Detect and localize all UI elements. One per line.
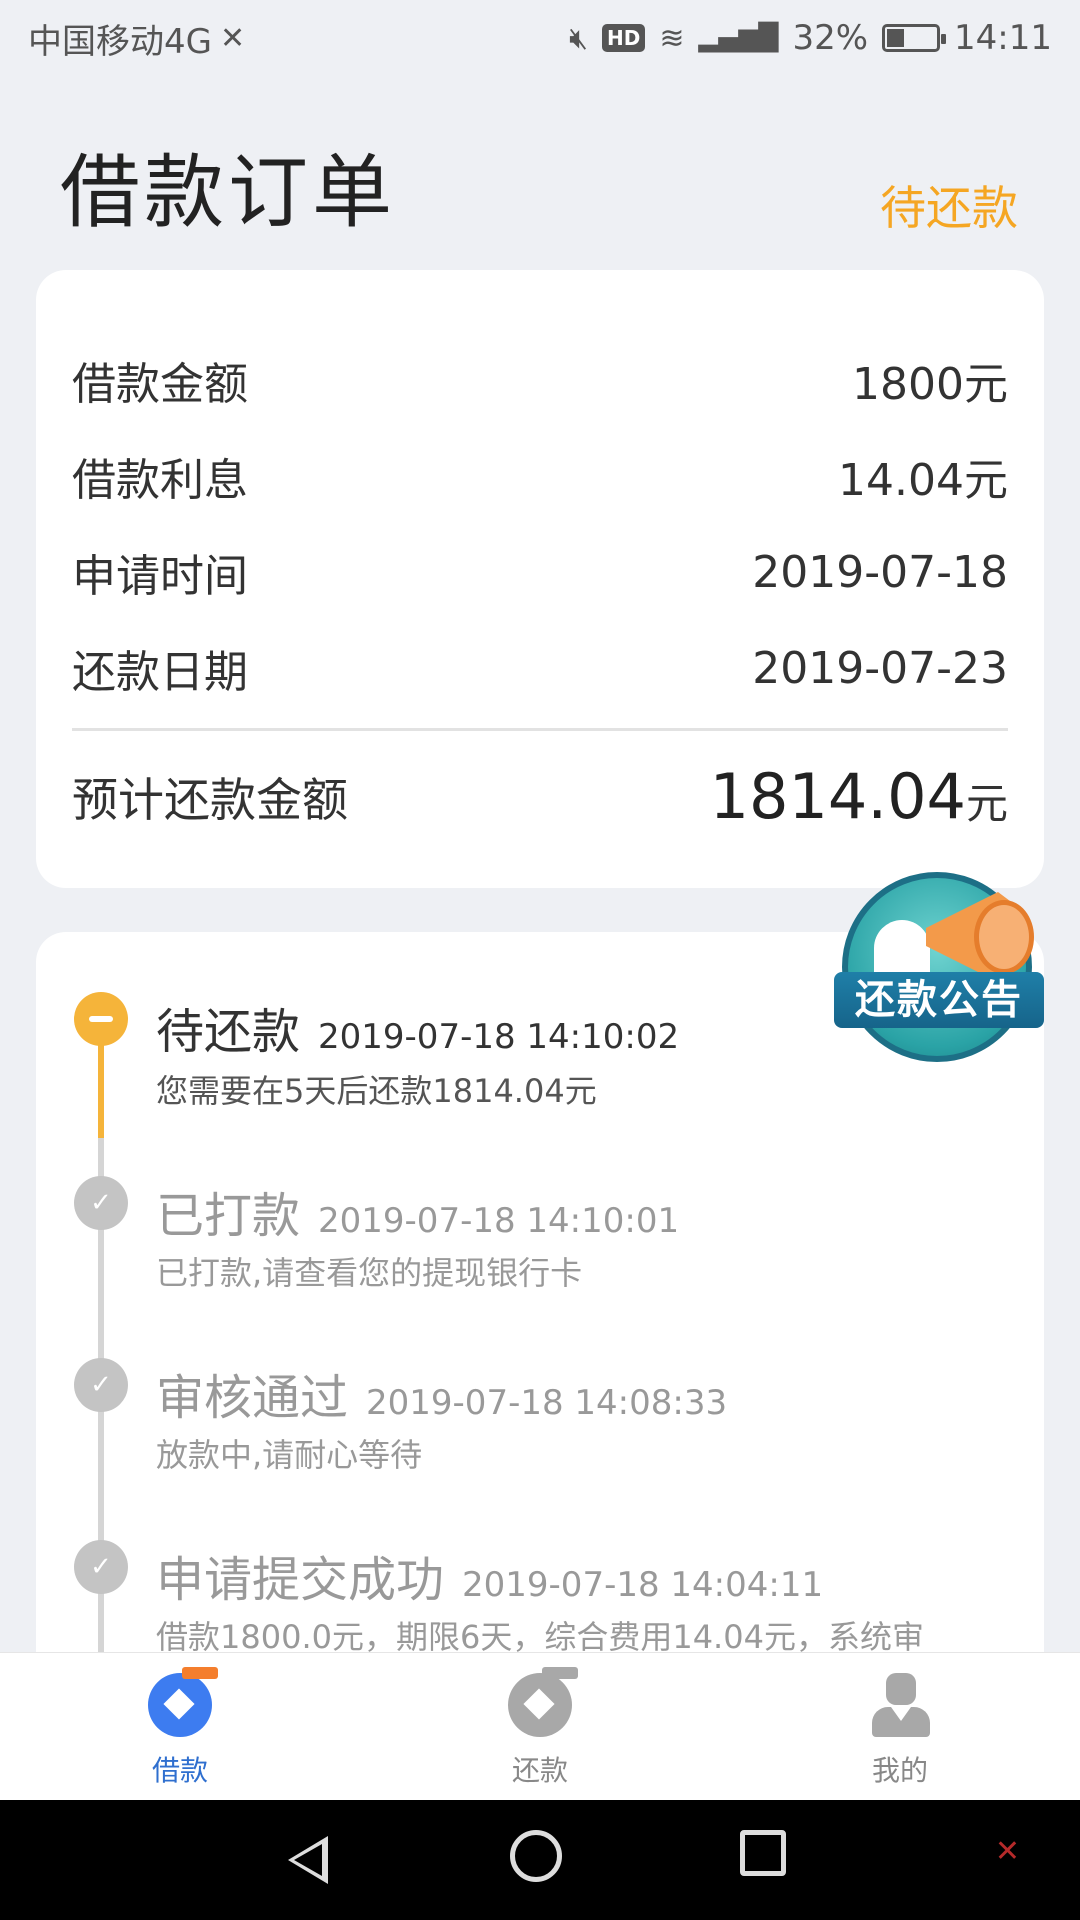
total-amount: 1814.04元 bbox=[710, 760, 1008, 833]
loan-summary-card: 借款金额 1800元 借款利息 14.04元 申请时间 2019-07-18 还… bbox=[36, 270, 1044, 888]
total-label: 预计还款金额 bbox=[72, 772, 348, 827]
order-status-badge: 待还款 bbox=[880, 181, 1018, 235]
hd-icon: HD bbox=[601, 24, 646, 52]
check-icon: ✓ bbox=[74, 1540, 128, 1594]
total-value: 1814.04 bbox=[709, 760, 966, 833]
timeline-time: 2019-07-18 14:10:02 bbox=[318, 1017, 680, 1057]
no-sim-icon: ✕ bbox=[219, 20, 246, 56]
summary-label: 申请时间 bbox=[72, 551, 248, 602]
summary-label: 还款日期 bbox=[72, 647, 248, 698]
summary-value: 1800元 bbox=[852, 359, 1008, 410]
check-icon: ✓ bbox=[74, 1176, 128, 1230]
mute-icon: 🔇︎ bbox=[569, 20, 588, 56]
summary-divider bbox=[72, 728, 1008, 731]
clock: 14:11 bbox=[954, 18, 1052, 58]
recents-icon bbox=[740, 1830, 786, 1876]
timeline-desc: 您需要在5天后还款1814.04元 bbox=[156, 1072, 597, 1110]
watermark-icon: ✕ bbox=[994, 1834, 1020, 1869]
summary-row-amount: 借款金额 1800元 bbox=[72, 348, 1008, 412]
timeline-head: 申请提交成功 2019-07-18 14:04:11 bbox=[156, 1540, 823, 1610]
tab-label: 借款 bbox=[151, 1754, 208, 1787]
status-left: 中国移动4G ✕ bbox=[28, 14, 245, 63]
status-right: 🔇︎ HD ≋ ▂▄▆█ 32% 14:11 bbox=[569, 18, 1052, 58]
watermark-logo: ✕ bbox=[995, 1834, 1020, 1869]
timeline-time: 2019-07-18 14:04:11 bbox=[462, 1565, 824, 1605]
signal-icon: ▂▄▆█ bbox=[698, 23, 779, 53]
summary-value: 2019-07-18 bbox=[752, 546, 1008, 598]
timeline-desc: 借款1800.0元，期限6天，综合费用14.04元，系统审 bbox=[156, 1618, 924, 1652]
back-icon bbox=[288, 1836, 328, 1884]
timeline-time: 2019-07-18 14:10:01 bbox=[318, 1201, 680, 1241]
timeline-title: 审核通过 bbox=[156, 1370, 349, 1426]
summary-row-apply-date: 申请时间 2019-07-18 bbox=[72, 540, 1008, 604]
back-button[interactable] bbox=[280, 1830, 340, 1890]
battery-icon bbox=[882, 24, 947, 52]
summary-value: 14.04元 bbox=[838, 455, 1008, 506]
timeline-head: 审核通过 2019-07-18 14:08:33 bbox=[156, 1358, 727, 1428]
check-icon: ✓ bbox=[74, 1358, 128, 1412]
timeline-title: 申请提交成功 bbox=[156, 1552, 445, 1608]
timeline-title: 待还款 bbox=[156, 1004, 301, 1060]
timeline-desc: 放款中,请耐心等待 bbox=[156, 1436, 423, 1474]
battery-percent: 32% bbox=[792, 18, 869, 58]
borrow-icon bbox=[148, 1667, 218, 1737]
summary-row-due-date: 还款日期 2019-07-23 bbox=[72, 636, 1008, 700]
profile-icon bbox=[868, 1673, 932, 1737]
bottom-tab-bar: 借款 还款 我的 bbox=[0, 1652, 1080, 1800]
tab-repay[interactable]: 还款 bbox=[360, 1653, 720, 1800]
total-unit: 元 bbox=[965, 779, 1008, 828]
total-repayment-row: 预计还款金额 1814.04元 bbox=[72, 760, 1008, 833]
recents-button[interactable] bbox=[740, 1830, 800, 1890]
summary-label: 借款金额 bbox=[72, 359, 248, 410]
announcement-label: 还款公告 bbox=[834, 972, 1044, 1028]
tab-label: 还款 bbox=[511, 1754, 568, 1787]
status-bar: 中国移动4G ✕ 🔇︎ HD ≋ ▂▄▆█ 32% 14:11 bbox=[0, 0, 1080, 76]
repayment-announcement-button[interactable]: 还款公告 bbox=[834, 872, 1044, 1064]
timeline-head: 待还款 2019-07-18 14:10:02 bbox=[156, 992, 679, 1062]
timeline-title: 已打款 bbox=[156, 1188, 301, 1244]
home-icon bbox=[510, 1830, 562, 1882]
tab-label: 我的 bbox=[871, 1754, 928, 1787]
system-nav-bar bbox=[0, 1800, 1080, 1920]
carrier-label: 中国移动4G bbox=[28, 21, 212, 62]
tab-profile[interactable]: 我的 bbox=[720, 1653, 1080, 1800]
tab-borrow[interactable]: 借款 bbox=[0, 1653, 360, 1800]
summary-label: 借款利息 bbox=[72, 455, 248, 506]
timeline-head: 已打款 2019-07-18 14:10:01 bbox=[156, 1176, 679, 1246]
page-title: 借款订单 bbox=[60, 146, 396, 239]
megaphone-bell-icon bbox=[974, 900, 1034, 974]
home-button[interactable] bbox=[510, 1830, 570, 1890]
summary-value: 2019-07-23 bbox=[752, 642, 1008, 694]
wifi-icon: ≋ bbox=[659, 20, 685, 56]
summary-row-interest: 借款利息 14.04元 bbox=[72, 444, 1008, 508]
pending-status-icon bbox=[74, 992, 128, 1046]
repay-icon bbox=[508, 1667, 578, 1737]
timeline-time: 2019-07-18 14:08:33 bbox=[366, 1383, 728, 1423]
timeline-desc: 已打款,请查看您的提现银行卡 bbox=[156, 1254, 583, 1292]
